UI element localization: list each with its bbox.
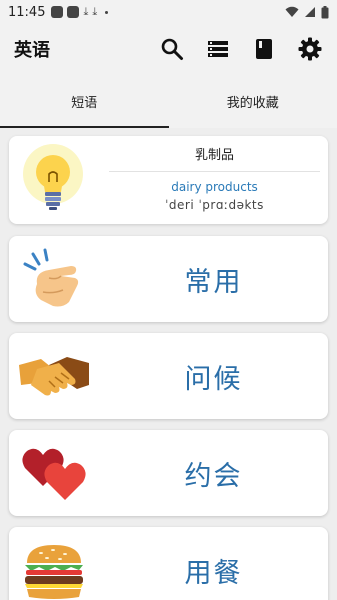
system-icons — [285, 5, 329, 19]
category-label: 约会 — [184, 460, 243, 492]
app-title: 英语 — [14, 40, 50, 61]
book-button[interactable] — [251, 36, 277, 62]
book-icon — [256, 39, 272, 59]
category-label: 常用 — [184, 266, 243, 298]
word-card[interactable]: 乳制品 dairy products ˈderi ˈprɑːdəkts — [9, 136, 328, 224]
finger-snap-icon — [23, 248, 79, 307]
search-icon — [161, 38, 183, 60]
category-label: 问候 — [184, 363, 243, 395]
battery-icon — [321, 5, 329, 18]
download-icon-2: ⤓ — [92, 5, 98, 18]
word-translation: dairy products — [171, 180, 258, 194]
signal-icon — [305, 7, 315, 17]
tab-favorites[interactable]: 我的收藏 — [169, 74, 337, 128]
list-icon — [208, 41, 228, 57]
app-actions — [159, 36, 323, 62]
hearts-icon — [22, 448, 86, 500]
tab-phrases[interactable]: 短语 — [0, 74, 169, 128]
list-button[interactable] — [205, 36, 231, 62]
category-card-dining[interactable]: 用餐 — [9, 527, 328, 600]
divider — [109, 171, 320, 172]
category-label: 用餐 — [184, 557, 243, 589]
app-notification-icon-2 — [67, 6, 80, 18]
app-bar: 英语 — [0, 24, 337, 74]
search-button[interactable] — [159, 36, 185, 62]
download-icon: ⤓ — [83, 5, 89, 18]
notification-icons: ⤓ ⤓ — [51, 5, 109, 18]
category-card-greetings[interactable]: 问候 — [9, 333, 328, 419]
word-phonetic: ˈderi ˈprɑːdəkts — [165, 198, 264, 212]
more-notifications-icon — [105, 10, 109, 14]
tab-bar: 短语 我的收藏 — [0, 74, 337, 128]
wifi-icon — [285, 6, 299, 17]
status-bar: 11:45 ⤓ ⤓ — [0, 0, 337, 24]
category-card-dating[interactable]: 约会 — [9, 430, 328, 516]
burger-icon — [25, 545, 83, 599]
app-notification-icon — [51, 6, 64, 18]
lightbulb-icon — [23, 144, 83, 210]
category-card-common[interactable]: 常用 — [9, 236, 328, 322]
status-time: 11:45 — [8, 4, 46, 20]
word-text: 乳制品 — [194, 148, 234, 163]
gear-icon — [298, 37, 322, 61]
settings-button[interactable] — [297, 36, 323, 62]
handshake-icon — [19, 357, 89, 396]
